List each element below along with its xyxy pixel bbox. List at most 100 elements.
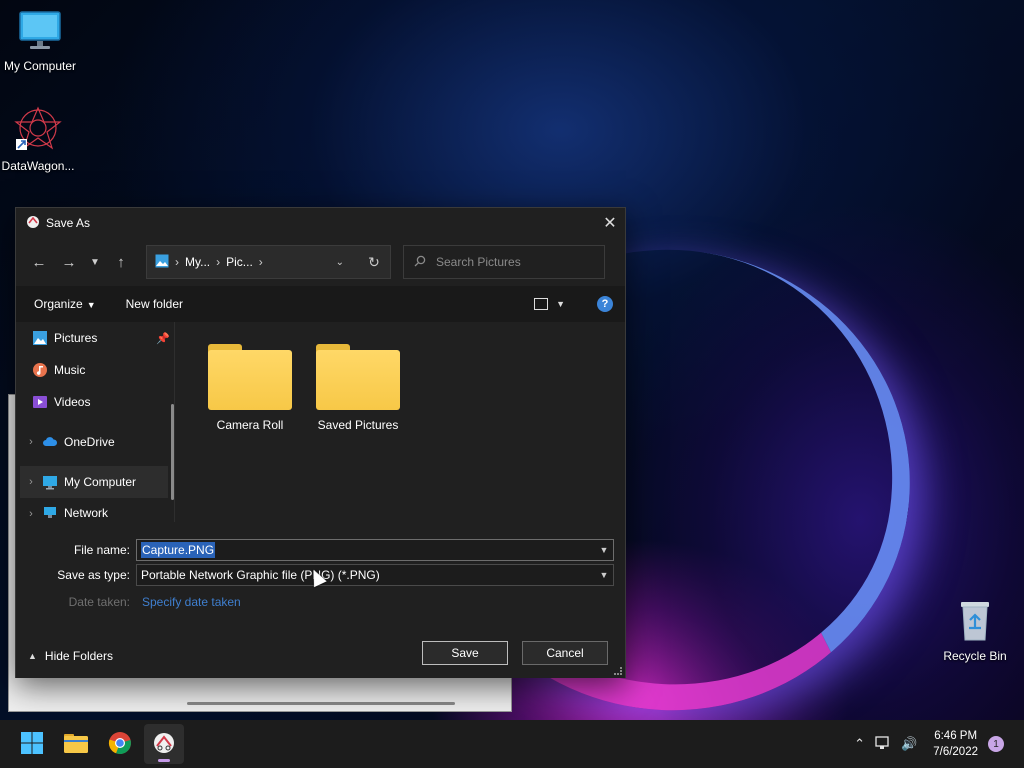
- desktop-icon-label: My Computer: [3, 59, 77, 73]
- taskbar-file-explorer[interactable]: [56, 724, 96, 764]
- save-form: File name: Capture.PNG ▼ Save as type: P…: [16, 527, 625, 678]
- file-name-input[interactable]: Capture.PNG ▼: [136, 539, 614, 561]
- date-taken-link[interactable]: Specify date taken: [142, 595, 241, 609]
- chevron-down-icon[interactable]: ▼: [595, 545, 613, 555]
- dialog-titlebar[interactable]: Save As ✕: [16, 208, 625, 238]
- resize-grip[interactable]: [614, 667, 622, 675]
- folder-saved-pictures[interactable]: Saved Pictures: [308, 344, 408, 432]
- music-icon: [32, 362, 48, 378]
- volume-icon[interactable]: 🔊: [901, 736, 917, 752]
- search-box[interactable]: [403, 245, 605, 279]
- nav-item-label: Pictures: [54, 331, 98, 345]
- navigation-pane: Pictures 📌 Music Videos › OneDrive › My …: [16, 322, 174, 522]
- nav-item-videos[interactable]: Videos: [16, 386, 174, 418]
- date-taken-row: Date taken: Specify date taken: [16, 595, 241, 609]
- back-arrow-icon[interactable]: ←: [24, 247, 54, 277]
- organize-menu[interactable]: Organize ▼: [34, 297, 96, 311]
- search-icon: [414, 255, 426, 270]
- nav-item-label: OneDrive: [64, 435, 115, 449]
- snipping-tool-icon: [152, 731, 176, 758]
- monitor-icon: [0, 10, 80, 55]
- nav-item-label: Music: [54, 363, 86, 377]
- horizontal-scrollbar[interactable]: [187, 702, 455, 705]
- view-dropdown-icon[interactable]: ▼: [556, 299, 565, 309]
- desktop-icon-datawagon[interactable]: DataWagon...: [0, 106, 78, 173]
- chrome-icon: [108, 731, 132, 758]
- folder-camera-roll[interactable]: Camera Roll: [200, 344, 300, 432]
- folder-icon: [208, 344, 292, 410]
- command-bar: Organize ▼ New folder ▼ ?: [16, 286, 625, 322]
- file-name-label: File name:: [73, 543, 130, 557]
- view-options-icon[interactable]: [534, 298, 549, 310]
- date-taken-label: Date taken:: [68, 595, 130, 609]
- forward-arrow-icon[interactable]: →: [54, 247, 84, 277]
- videos-icon: [32, 394, 48, 410]
- desktop-icon-label: DataWagon...: [1, 159, 75, 173]
- nav-item-onedrive[interactable]: › OneDrive: [16, 426, 174, 458]
- save-type-select[interactable]: Portable Network Graphic file (PNG) (*.P…: [136, 564, 614, 586]
- recent-locations-chevron-icon[interactable]: ▼: [84, 247, 106, 277]
- monitor-icon: [42, 474, 58, 490]
- file-name-value: Capture.PNG: [141, 542, 216, 558]
- chevron-up-icon: ▲: [28, 651, 37, 661]
- save-button[interactable]: Save: [422, 641, 508, 665]
- breadcrumb-separator-icon: ›: [175, 255, 179, 269]
- close-icon[interactable]: ✕: [595, 208, 625, 238]
- chevron-up-icon[interactable]: ⌃: [854, 736, 865, 752]
- file-name-row: File name: Capture.PNG ▼: [16, 539, 614, 561]
- chevron-down-icon: ▼: [86, 300, 96, 310]
- chevron-right-icon[interactable]: ›: [20, 508, 42, 520]
- start-button[interactable]: [12, 724, 52, 764]
- nav-item-network[interactable]: › Network: [16, 498, 174, 520]
- desktop-icon-label: Recycle Bin: [943, 649, 1007, 663]
- breadcrumb-my[interactable]: My...: [185, 255, 210, 269]
- folder-label: Saved Pictures: [317, 418, 399, 432]
- network-icon[interactable]: [875, 735, 891, 753]
- cancel-button[interactable]: Cancel: [522, 641, 608, 665]
- chevron-right-icon[interactable]: ›: [20, 436, 42, 448]
- address-dropdown-icon[interactable]: ⌄: [336, 257, 344, 268]
- clock-time: 6:46 PM: [934, 730, 978, 742]
- nav-item-label: Network: [64, 506, 109, 520]
- datawagon-logo-icon: [0, 106, 78, 155]
- nav-item-music[interactable]: Music: [16, 354, 174, 386]
- nav-item-label: My Computer: [64, 475, 137, 489]
- dialog-title: Save As: [46, 216, 91, 230]
- pin-icon[interactable]: 📌: [156, 332, 170, 345]
- organize-label: Organize: [34, 297, 83, 311]
- desktop-icon-recycle-bin[interactable]: Recycle Bin: [935, 598, 1015, 663]
- network-icon: [42, 504, 58, 520]
- cloud-icon: [42, 434, 58, 450]
- save-as-dialog: Save As ✕ ← → ▼ ↑ › My... › Pic... › ⌄ ↻…: [15, 207, 626, 678]
- refresh-icon[interactable]: ↻: [364, 254, 384, 271]
- clock[interactable]: 6:46 PM 7/6/2022: [933, 728, 978, 760]
- desktop-icon-my-computer[interactable]: My Computer: [0, 10, 80, 73]
- pictures-icon: [32, 330, 48, 346]
- pictures-location-icon: [155, 254, 169, 271]
- nav-item-pictures[interactable]: Pictures 📌: [16, 322, 174, 354]
- breadcrumb-separator-icon[interactable]: ›: [259, 255, 263, 269]
- help-icon[interactable]: ?: [597, 296, 613, 312]
- windows-logo-icon: [20, 731, 44, 758]
- breadcrumb-pictures[interactable]: Pic...: [226, 255, 253, 269]
- taskbar-chrome[interactable]: [100, 724, 140, 764]
- folder-icon: [63, 732, 89, 757]
- chevron-down-icon[interactable]: ▼: [595, 570, 613, 580]
- address-bar[interactable]: › My... › Pic... › ⌄ ↻: [146, 245, 391, 279]
- hide-folders-button[interactable]: ▲ Hide Folders: [28, 649, 113, 663]
- clock-date: 7/6/2022: [933, 746, 978, 758]
- taskbar-snipping-app[interactable]: [144, 724, 184, 764]
- up-arrow-icon[interactable]: ↑: [106, 247, 136, 277]
- new-folder-button[interactable]: New folder: [126, 297, 183, 311]
- save-type-value: Portable Network Graphic file (PNG) (*.P…: [141, 568, 380, 582]
- chevron-right-icon[interactable]: ›: [20, 476, 42, 488]
- system-tray: ⌃ 🔊 6:46 PM 7/6/2022 1: [854, 720, 1024, 768]
- notification-badge[interactable]: 1: [988, 736, 1004, 752]
- app-icon: [26, 215, 40, 232]
- save-type-label: Save as type:: [57, 568, 130, 582]
- navigation-bar: ← → ▼ ↑ › My... › Pic... › ⌄ ↻: [16, 238, 625, 286]
- recycle-bin-icon: [935, 598, 1015, 645]
- nav-item-my-computer[interactable]: › My Computer: [20, 466, 168, 498]
- breadcrumb-separator-icon: ›: [216, 255, 221, 269]
- search-input[interactable]: [436, 255, 586, 269]
